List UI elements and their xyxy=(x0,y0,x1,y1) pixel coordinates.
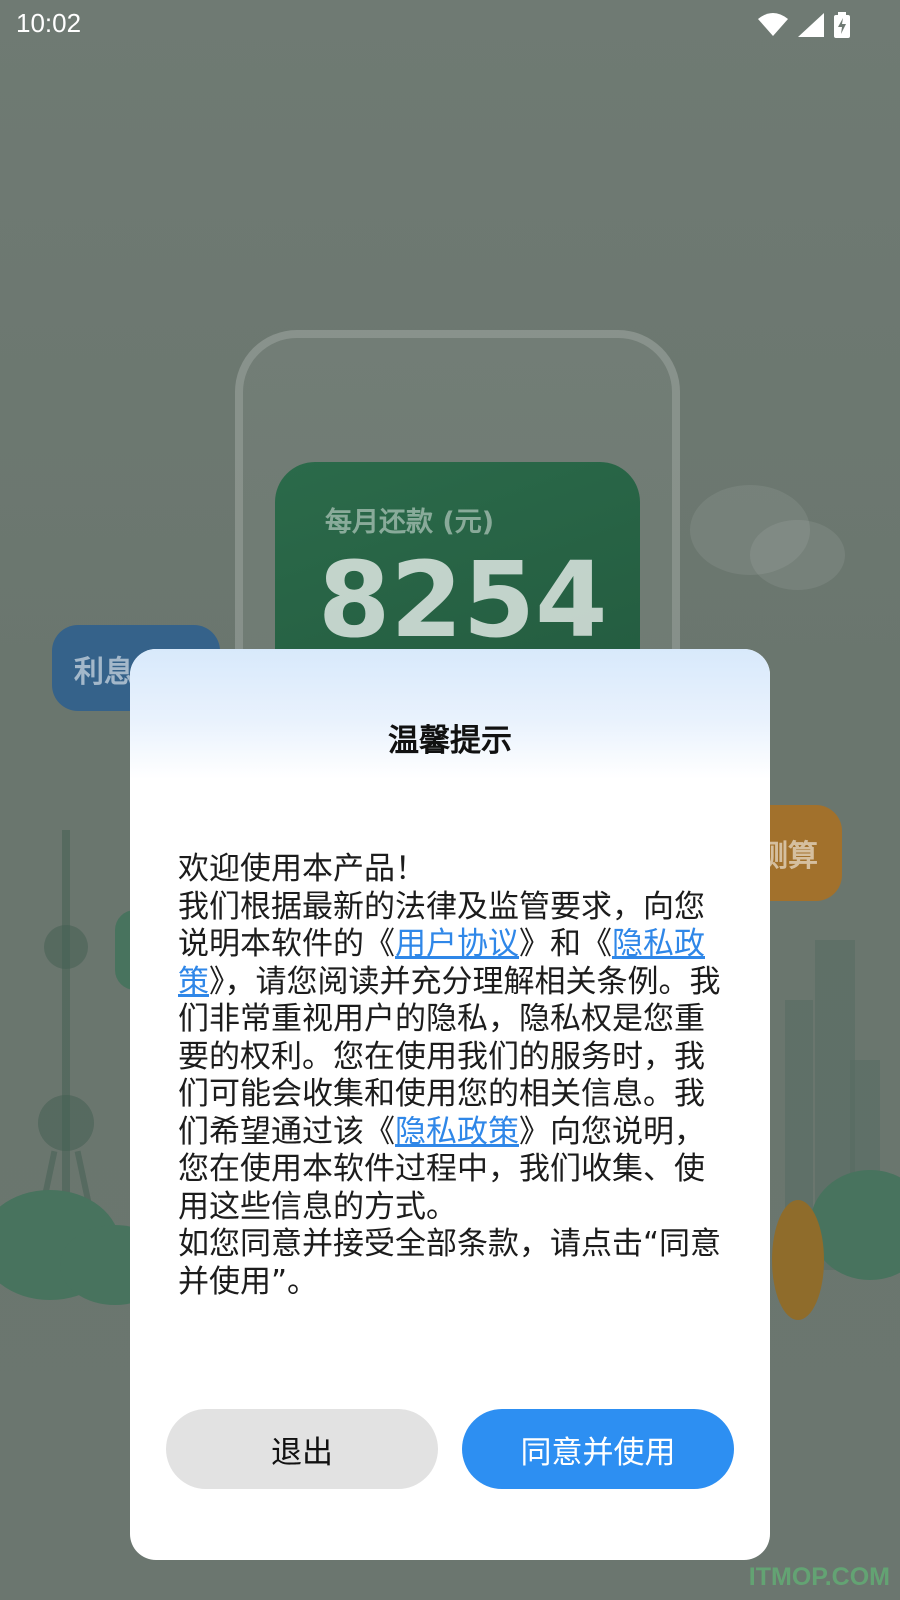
coin-illustration xyxy=(772,1200,824,1320)
welcome-text: 欢迎使用本产品！ xyxy=(178,851,426,887)
consent-text: 如您同意并接受全部条款，请点击“同意并使用”。 xyxy=(178,1226,722,1300)
cloud-shape xyxy=(750,520,845,590)
privacy-policy-link-2[interactable]: 隐私政策 xyxy=(395,1114,519,1150)
status-bar: 10:02 xyxy=(0,0,900,50)
status-icons xyxy=(758,12,850,38)
dialog-body: 欢迎使用本产品！ 我们根据最新的法律及监管要求，向您说明本软件的《用户协议》和《… xyxy=(178,851,728,1301)
user-agreement-link[interactable]: 用户协议 xyxy=(395,926,519,962)
policy-text: 》和《 xyxy=(519,926,612,962)
watermark: ITMOP.COM xyxy=(748,1563,890,1591)
dialog-title: 温馨提示 xyxy=(388,723,512,759)
battery-charging-icon xyxy=(834,12,850,38)
policy-paragraph: 我们根据最新的法律及监管要求，向您说明本软件的《用户协议》和《隐私政策》，请您阅… xyxy=(178,889,728,1227)
agree-and-use-button[interactable]: 同意并使用 xyxy=(462,1409,734,1489)
tower-sphere xyxy=(44,925,88,969)
repayment-card-value: 8254 xyxy=(318,539,608,661)
status-time: 10:02 xyxy=(16,8,82,38)
tower-sphere xyxy=(38,1095,94,1151)
tv-tower-illustration xyxy=(62,830,70,1250)
repayment-card-label: 每月还款 (元) xyxy=(325,507,495,538)
exit-button[interactable]: 退出 xyxy=(166,1409,438,1489)
cellular-signal-icon xyxy=(798,13,824,37)
privacy-dialog: 温馨提示 欢迎使用本产品！ 我们根据最新的法律及监管要求，向您说明本软件的《用户… xyxy=(130,649,770,1560)
wifi-icon xyxy=(758,13,788,36)
